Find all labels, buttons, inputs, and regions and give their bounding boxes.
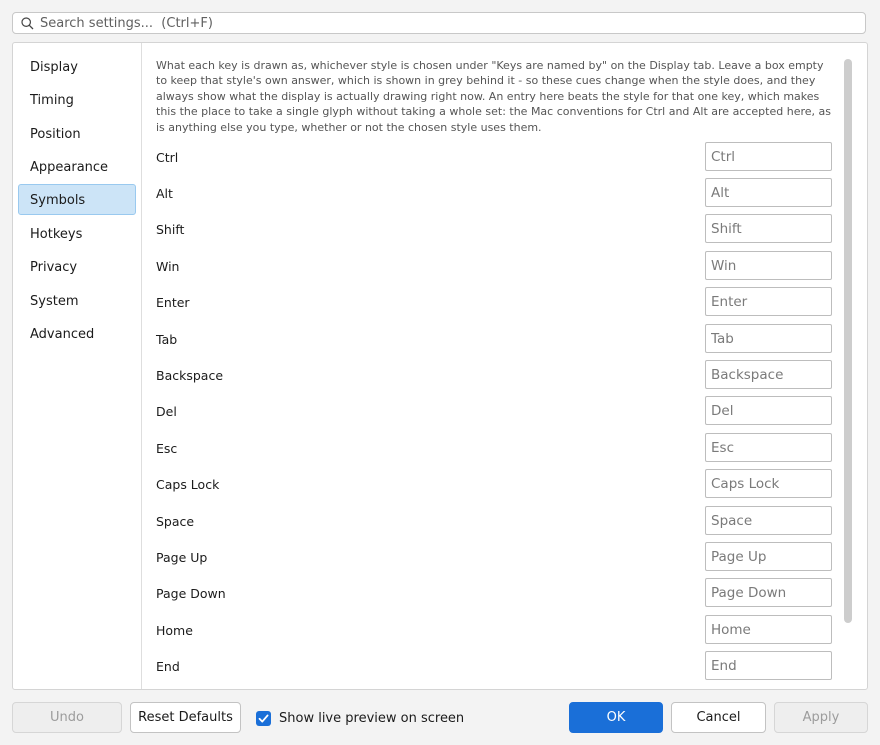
live-preview-toggle[interactable]: Show live preview on screen bbox=[256, 709, 464, 727]
reset-defaults-button[interactable]: Reset Defaults bbox=[130, 702, 241, 733]
sidebar-item-label: Timing bbox=[30, 93, 74, 108]
row-label-caps-lock: Caps Lock bbox=[156, 477, 220, 492]
checkmark-icon bbox=[258, 714, 269, 723]
symbol-input-alt[interactable] bbox=[705, 178, 832, 207]
symbol-input-home[interactable] bbox=[705, 615, 832, 644]
sidebar-item-label: Position bbox=[30, 127, 81, 142]
row-label-home: Home bbox=[156, 623, 193, 638]
sidebar-item-appearance[interactable]: Appearance bbox=[18, 151, 136, 182]
sidebar-item-system[interactable]: System bbox=[18, 285, 136, 316]
row-label-ctrl: Ctrl bbox=[156, 150, 179, 165]
symbol-input-tab[interactable] bbox=[705, 324, 832, 353]
sidebar-item-label: System bbox=[30, 294, 79, 309]
sidebar: Display Timing Position Appearance Symbo… bbox=[13, 43, 142, 689]
sidebar-item-label: Symbols bbox=[30, 193, 86, 208]
row-label-esc: Esc bbox=[156, 441, 178, 456]
sidebar-item-label: Privacy bbox=[30, 260, 78, 275]
symbol-input-win[interactable] bbox=[705, 251, 832, 280]
sidebar-item-label: Advanced bbox=[30, 327, 95, 342]
symbol-input-enter[interactable] bbox=[705, 287, 832, 316]
row-label-page-up: Page Up bbox=[156, 550, 208, 565]
row-label-backspace: Backspace bbox=[156, 368, 224, 383]
sidebar-item-label: Hotkeys bbox=[30, 227, 83, 242]
live-preview-checkbox[interactable] bbox=[256, 710, 271, 726]
sidebar-item-display[interactable]: Display bbox=[18, 51, 136, 82]
row-label-alt: Alt bbox=[156, 186, 173, 201]
search-input[interactable] bbox=[40, 15, 865, 31]
sidebar-item-symbols[interactable]: Symbols bbox=[18, 184, 136, 215]
sidebar-item-position[interactable]: Position bbox=[18, 118, 136, 149]
symbol-input-page-up[interactable] bbox=[705, 542, 832, 571]
sidebar-item-advanced[interactable]: Advanced bbox=[18, 318, 136, 349]
symbol-input-end[interactable] bbox=[705, 651, 832, 680]
sidebar-item-privacy[interactable]: Privacy bbox=[18, 251, 136, 282]
symbol-input-esc[interactable] bbox=[705, 433, 832, 462]
row-label-space: Space bbox=[156, 514, 195, 529]
row-label-del: Del bbox=[156, 404, 177, 419]
symbol-input-caps-lock[interactable] bbox=[705, 469, 832, 498]
symbols-content: What each key is drawn as, whichever sty… bbox=[142, 43, 867, 689]
settings-panel: Display Timing Position Appearance Symbo… bbox=[12, 42, 868, 690]
sidebar-item-hotkeys[interactable]: Hotkeys bbox=[18, 218, 136, 249]
apply-button[interactable]: Apply bbox=[774, 702, 868, 733]
symbol-input-shift[interactable] bbox=[705, 214, 832, 243]
symbol-input-page-down[interactable] bbox=[705, 578, 832, 607]
live-preview-label: Show live preview on screen bbox=[279, 710, 465, 726]
vertical-scrollbar[interactable] bbox=[844, 59, 852, 623]
ok-button[interactable]: OK bbox=[569, 702, 663, 733]
sidebar-item-label: Display bbox=[30, 60, 78, 75]
row-label-page-down: Page Down bbox=[156, 586, 226, 601]
search-box[interactable] bbox=[12, 12, 866, 34]
row-label-end: End bbox=[156, 659, 180, 674]
symbol-input-ctrl[interactable] bbox=[705, 142, 832, 171]
sidebar-item-label: Appearance bbox=[30, 160, 109, 175]
symbol-input-del[interactable] bbox=[705, 396, 832, 425]
row-label-shift: Shift bbox=[156, 222, 185, 237]
symbol-input-space[interactable] bbox=[705, 506, 832, 535]
row-label-enter: Enter bbox=[156, 295, 190, 310]
sidebar-item-timing[interactable]: Timing bbox=[18, 84, 136, 115]
symbol-input-backspace[interactable] bbox=[705, 360, 832, 389]
cancel-button[interactable]: Cancel bbox=[671, 702, 766, 733]
symbols-description: What each key is drawn as, whichever sty… bbox=[156, 59, 831, 134]
row-label-win: Win bbox=[156, 259, 180, 274]
search-icon bbox=[21, 16, 34, 29]
row-label-tab: Tab bbox=[156, 332, 178, 347]
undo-button[interactable]: Undo bbox=[12, 702, 122, 733]
